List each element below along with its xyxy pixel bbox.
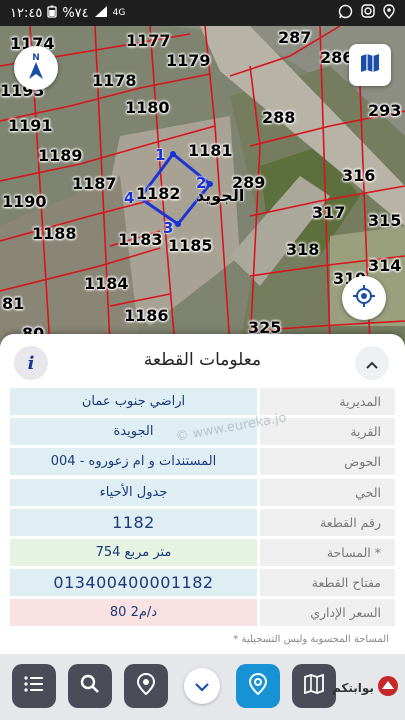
instagram-icon [361,4,375,22]
collapse-toolbar-button[interactable] [184,668,220,704]
status-network: 4G [112,8,126,18]
cadastral-map[interactable]: 1174 1177 1179 287 286 1193 1178 293 118… [0,26,405,346]
status-bar: ١٢:٤٥ %٧٤ 4G [0,0,405,26]
parcel-label: 1182 [136,184,181,203]
parcel-label: 1177 [126,31,171,50]
pin-button[interactable] [124,664,168,708]
crosshair-icon [352,284,376,312]
parcel-label: 1179 [166,51,211,70]
parcel-label: 288 [262,108,296,127]
search-icon [80,674,100,698]
info-row-parcel-number: 1182 رقم القطعة [10,508,395,536]
parcel-key-label: مفتاح القطعة [260,569,395,597]
map-pin-icon [136,672,156,699]
chevron-down-icon [195,677,209,696]
parcel-label: 1186 [124,306,169,325]
parcel-location-button[interactable] [236,664,280,708]
status-time: ١٢:٤٥ [10,5,43,21]
parcel-label: 1178 [92,71,137,90]
signal-icon [94,5,108,22]
vertex-label: 1 [155,146,166,164]
parcel-label: 314 [368,256,402,275]
panel-title: معلومات القطعة [143,350,262,370]
directorate-value: اراضي جنوب عمان [10,388,257,415]
area-value: 754 متر مربع [10,538,257,566]
basin-value: المستندات و ام زعوروه - 004 [10,448,257,476]
status-bar-right [338,3,395,23]
basin-label: الحوض [260,448,395,476]
whatsapp-icon [338,4,353,23]
info-row-admin-price: 80 د/م2 السعر الإداري [10,599,395,627]
neighborhood-label: الحي [260,478,395,506]
search-button[interactable] [68,664,112,708]
parcel-label: 1191 [8,116,53,135]
parcel-number-label: رقم القطعة [260,508,395,536]
parcel-label: 315 [368,211,402,230]
parcel-label: 1189 [38,146,83,165]
svg-text:N: N [32,53,40,63]
brand-logo: بوابتكم [332,668,398,708]
info-row-directorate: اراضي جنوب عمان المديرية [10,388,395,415]
panel-header: i معلومات القطعة [0,342,405,386]
parcel-label: 1183 [118,230,163,249]
location-marker-icon [248,672,268,699]
compass-north-icon: N [24,51,48,85]
location-icon [383,3,395,23]
battery-icon [47,5,57,22]
area-label: المساحة * [260,538,395,566]
map-icon [359,52,381,78]
neighborhood-value: جدول الأحياء [10,478,257,506]
parcel-label: 318 [286,240,320,259]
parcel-label: 1180 [125,98,170,117]
admin-price-value: 80 د/م2 [10,599,257,627]
parcel-label: 1190 [2,192,47,211]
list-button[interactable] [12,664,56,708]
info-row-parcel-key: 013400400001182 مفتاح القطعة [10,569,395,597]
admin-price-label: السعر الإداري [260,599,395,627]
brand-mark-icon [377,675,399,701]
compass-button[interactable]: N [14,46,58,90]
parcel-label: 316 [342,166,376,185]
layers-button[interactable] [292,664,336,708]
map-layers-button[interactable] [349,44,391,86]
vertex-label: 2 [196,174,207,192]
parcel-number-value: 1182 [10,508,257,536]
info-row-area: 754 متر مربع المساحة * [10,538,395,566]
vertex-label: 3 [163,219,174,237]
parcel-label: 1184 [84,274,129,293]
parcel-label: 1188 [32,224,77,243]
parcel-label: 293 [368,101,402,120]
status-bar-left: ١٢:٤٥ %٧٤ 4G [10,5,125,22]
status-battery: %٧٤ [62,5,89,21]
brand-text: بوابتكم [332,681,374,695]
list-icon [24,676,44,696]
chevron-up-icon [366,354,378,373]
collapse-button[interactable] [355,346,389,380]
parcel-label: 1181 [188,141,233,160]
vertex-label: 4 [124,189,135,207]
parcel-label: 1185 [168,236,213,255]
parcel-label: 81 [2,294,25,313]
layers-map-icon [303,673,325,698]
bottom-toolbar: بوابتكم [0,654,405,720]
my-location-button[interactable] [342,276,386,320]
parcel-key-value: 013400400001182 [10,569,257,597]
parcel-label: 287 [278,28,312,47]
parcel-label: 317 [312,203,346,222]
parcel-label: 1187 [72,174,117,193]
info-row-neighborhood: جدول الأحياء الحي [10,478,395,506]
area-footnote: * المساحة المحسوبة وليس التسجيلية [233,634,389,645]
info-row-basin: المستندات و ام زعوروه - 004 الحوض [10,448,395,476]
